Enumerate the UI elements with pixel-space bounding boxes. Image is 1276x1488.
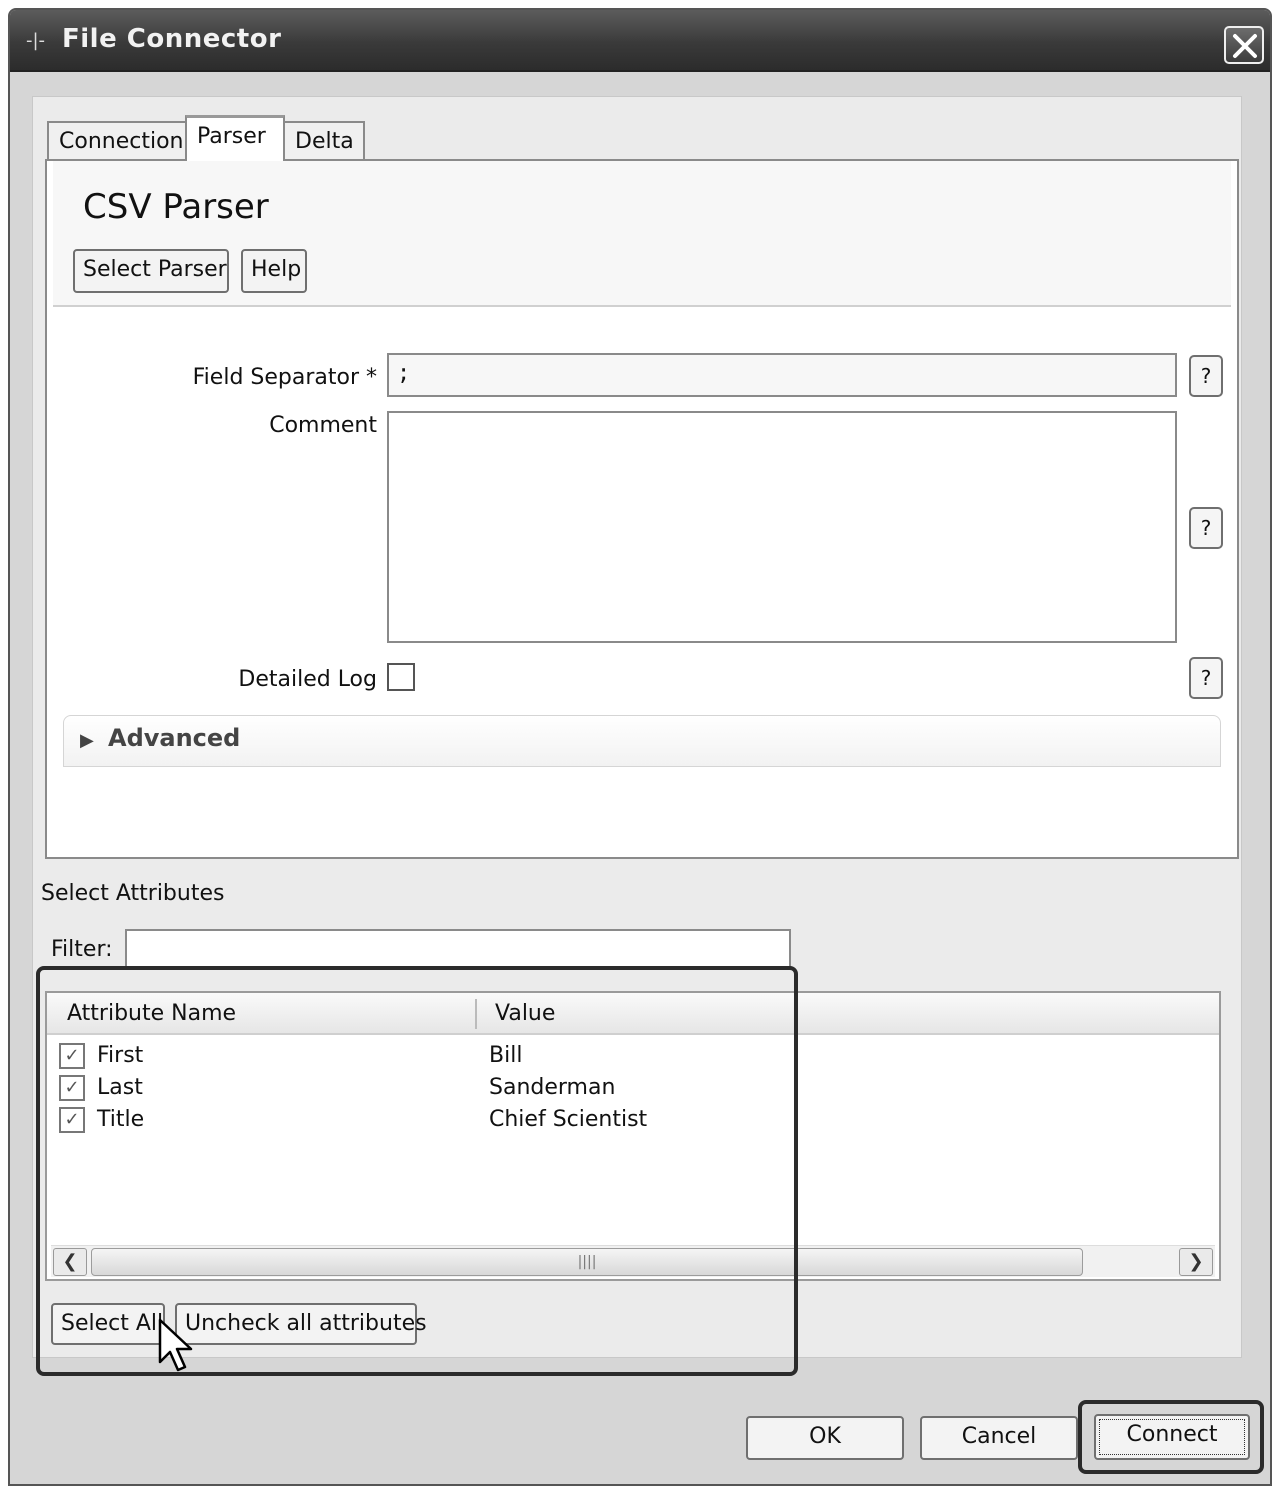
comment-help-button[interactable]: ?: [1189, 507, 1223, 549]
table-row[interactable]: ✓ Title Chief Scientist: [47, 1105, 1219, 1137]
advanced-section-toggle[interactable]: ▶ Advanced: [63, 715, 1221, 767]
chevron-right-icon: ❯: [1188, 1251, 1204, 1272]
parser-panel: CSV Parser Select Parser Help Field Sepa…: [45, 159, 1239, 859]
mouse-pointer-icon: [158, 1318, 193, 1372]
cancel-button[interactable]: Cancel: [920, 1416, 1078, 1460]
detailed-log-label: Detailed Log: [238, 667, 377, 692]
help-button[interactable]: Help: [241, 249, 307, 293]
tab-connection[interactable]: Connection: [47, 121, 187, 159]
row-checkbox[interactable]: ✓: [59, 1043, 85, 1069]
column-header-value[interactable]: Value: [495, 1001, 555, 1026]
ok-button[interactable]: OK: [746, 1416, 904, 1460]
file-connector-window: -|- File Connector Connection Parser Del…: [8, 8, 1272, 1486]
scroll-right-button[interactable]: ❯: [1179, 1248, 1213, 1276]
attributes-table: Attribute Name Value ✓ First Bill ✓ Last…: [45, 991, 1221, 1281]
field-separator-help-button[interactable]: ?: [1189, 355, 1223, 397]
tab-delta[interactable]: Delta: [283, 121, 365, 159]
dialog-content: Connection Parser Delta CSV Parser Selec…: [32, 96, 1242, 1358]
attribute-name: Last: [97, 1075, 143, 1100]
scrollbar-thumb[interactable]: ||||: [91, 1248, 1083, 1276]
select-attributes-label: Select Attributes: [41, 881, 225, 906]
grip-icon: ||||: [577, 1254, 597, 1270]
table-row[interactable]: ✓ Last Sanderman: [47, 1073, 1219, 1105]
filter-input[interactable]: [125, 929, 791, 969]
title-bar[interactable]: -|- File Connector: [10, 10, 1270, 72]
field-separator-label: Field Separator *: [192, 365, 377, 390]
attribute-name: First: [97, 1043, 144, 1068]
connect-button[interactable]: Connect: [1094, 1414, 1250, 1460]
field-separator-input[interactable]: ;: [387, 353, 1177, 397]
detailed-log-help-button[interactable]: ?: [1189, 657, 1223, 699]
select-all-button[interactable]: Select All: [51, 1303, 165, 1345]
row-checkbox[interactable]: ✓: [59, 1075, 85, 1101]
tab-delta-label: Delta: [295, 129, 354, 154]
tab-parser-label: Parser: [197, 124, 266, 149]
expand-arrow-icon: ▶: [80, 730, 94, 751]
close-button[interactable]: [1224, 26, 1264, 64]
parser-header: CSV Parser Select Parser Help: [53, 161, 1231, 307]
advanced-label: Advanced: [108, 724, 241, 752]
column-header-attribute-name[interactable]: Attribute Name: [67, 1001, 236, 1026]
horizontal-scrollbar[interactable]: ❮ |||| ❯: [51, 1245, 1215, 1277]
tab-connection-label: Connection: [59, 129, 184, 154]
filter-label: Filter:: [51, 937, 113, 962]
column-separator[interactable]: [475, 999, 477, 1029]
parser-title: CSV Parser: [83, 187, 269, 227]
scroll-left-button[interactable]: ❮: [53, 1248, 87, 1276]
comment-label: Comment: [269, 413, 377, 438]
attribute-value: Chief Scientist: [489, 1107, 648, 1132]
attribute-value: Sanderman: [489, 1075, 616, 1100]
app-icon: -|-: [26, 30, 46, 51]
uncheck-all-button[interactable]: Uncheck all attributes: [175, 1303, 427, 1345]
row-checkbox[interactable]: ✓: [59, 1107, 85, 1133]
comment-textarea[interactable]: [387, 411, 1177, 643]
chevron-left-icon: ❮: [62, 1251, 78, 1272]
attribute-name: Title: [97, 1107, 145, 1132]
detailed-log-checkbox[interactable]: [387, 663, 415, 691]
table-header: Attribute Name Value: [47, 993, 1219, 1035]
table-row[interactable]: ✓ First Bill: [47, 1041, 1219, 1073]
window-title: File Connector: [62, 24, 282, 54]
close-icon: [1233, 34, 1257, 58]
tab-parser[interactable]: Parser: [185, 115, 285, 161]
select-parser-button[interactable]: Select Parser: [73, 249, 229, 293]
attribute-value: Bill: [489, 1043, 523, 1068]
